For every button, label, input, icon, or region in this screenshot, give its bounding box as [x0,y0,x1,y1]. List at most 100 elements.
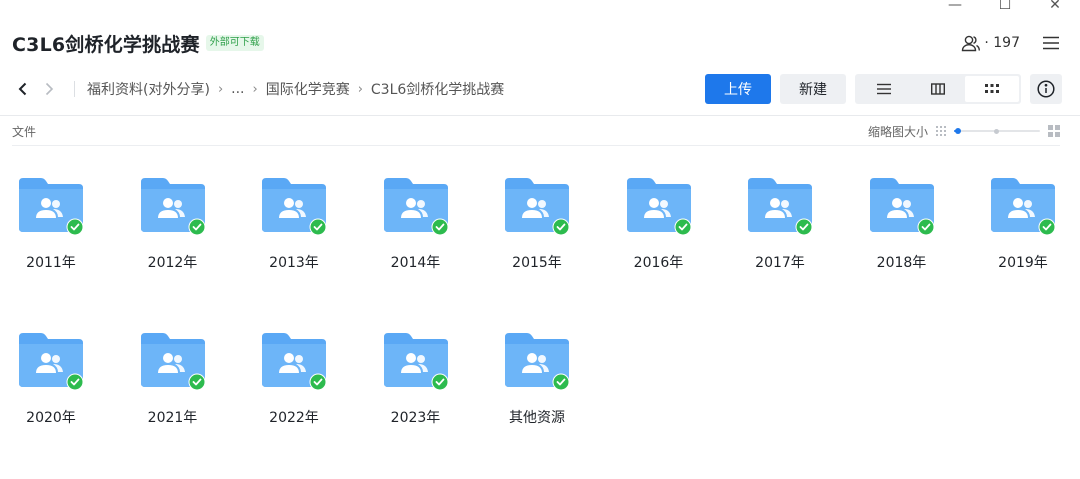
shared-folder-icon [262,333,326,391]
check-badge-icon [189,374,204,390]
shared-folder-icon [505,333,569,391]
folder-item[interactable]: 2022年 [244,331,344,451]
check-badge-icon [796,219,812,235]
check-badge-icon [189,219,204,235]
page-title: C3L6剑桥化学挑战赛 [12,33,200,56]
folder-item[interactable]: 2015年 [487,176,587,296]
grid-view-icon [985,84,999,93]
small-grid-icon [936,126,946,136]
chevron-right-icon: › [217,81,224,97]
hamburger-icon [1043,36,1059,50]
folder-name: 2014年 [390,255,441,271]
check-badge-icon [675,219,690,235]
shared-folder-icon [262,178,326,236]
check-badge-icon [553,219,569,235]
shared-folder-icon [383,178,448,236]
breadcrumb-item[interactable]: 国际化学竞赛 [266,79,350,99]
breadcrumb-ellipsis[interactable]: ... [231,81,244,97]
folder-name: 2020年 [26,410,76,426]
folder-item[interactable]: 2019年 [973,176,1073,296]
folder-name: 其他资源 [509,410,565,426]
folder-item[interactable]: 2018年 [852,176,952,296]
files-label: 文件 [12,124,37,139]
folder-name: 2017年 [755,255,805,271]
folder-name: 2013年 [269,255,319,271]
window-controls: — ☐ ✕ [930,0,1080,14]
check-badge-icon [553,374,569,390]
grid-view-button[interactable] [965,76,1019,102]
shared-folder-icon [505,178,569,236]
chevron-right-icon: › [252,81,258,97]
check-badge-icon [432,219,447,235]
new-button[interactable]: 新建 [780,74,846,104]
folder-name: 2011年 [26,255,76,271]
column-view-icon [931,83,945,95]
folder-item[interactable]: 2021年 [123,331,223,451]
folder-item[interactable]: 2012年 [123,176,223,296]
shared-folder-icon [140,333,205,391]
member-count: · 197 [984,35,1020,51]
header: C3L6剑桥化学挑战赛 外部可下载 · 197 [12,30,1060,56]
folder-item[interactable]: 2020年 [1,331,101,451]
check-badge-icon [67,219,83,235]
shared-folder-icon [140,178,205,236]
chevron-right-icon: › [357,81,363,97]
large-grid-icon [1048,125,1060,137]
back-button[interactable] [12,78,34,100]
thumbnail-size-slider[interactable] [954,125,1040,137]
list-view-button[interactable] [857,76,911,102]
maximize-button[interactable]: ☐ [980,0,1030,14]
folder-item[interactable]: 2017年 [730,176,830,296]
check-badge-icon [310,219,326,235]
thumbnail-size-label: 缩略图大小 [867,124,928,139]
check-badge-icon [918,219,933,235]
divider [0,115,1080,116]
check-badge-icon [432,374,447,390]
shared-folder-icon [626,178,691,236]
breadcrumb: 福利资料(对外分享) › ... › 国际化学竞赛 › C3L6剑桥化学挑战赛 [87,79,504,99]
thumbnail-size-control: 缩略图大小 [868,123,1060,140]
external-download-badge: 外部可下载 [205,35,264,51]
chevron-right-icon [45,82,54,96]
shared-folder-icon [991,178,1055,236]
folder-name: 2016年 [633,255,684,271]
info-icon [1037,80,1055,98]
folder-name: 2022年 [269,410,319,426]
upload-button[interactable]: 上传 [705,74,771,104]
shared-folder-icon [19,333,83,391]
divider [12,145,1060,146]
members-button[interactable]: · 197 [961,34,1020,52]
breadcrumb-current: C3L6剑桥化学挑战赛 [370,82,505,98]
check-badge-icon [310,374,326,390]
folder-item[interactable]: 其他资源 [487,331,587,451]
shared-folder-icon [19,178,83,236]
shared-folder-icon [383,333,448,391]
folder-name: 2019年 [998,255,1048,271]
folder-item[interactable]: 2013年 [244,176,344,296]
check-badge-icon [1039,219,1055,235]
close-button[interactable]: ✕ [1030,0,1080,14]
toolbar: 福利资料(对外分享) › ... › 国际化学竞赛 › C3L6剑桥化学挑战赛 … [12,74,1062,104]
folder-item[interactable]: 2014年 [366,176,466,296]
chevron-left-icon [18,82,27,96]
slider-handle[interactable] [955,128,961,134]
folder-name: 2015年 [512,255,562,271]
minimize-button[interactable]: — [930,0,980,14]
forward-button[interactable] [38,78,60,100]
folder-item[interactable]: 2011年 [1,176,101,296]
members-icon [962,35,981,52]
folder-item[interactable]: 2023年 [366,331,466,451]
nav-divider [74,81,75,97]
info-button[interactable] [1030,74,1062,104]
folder-item[interactable]: 2016年 [609,176,709,296]
slider-tick [994,129,999,134]
folder-name: 2018年 [876,255,927,271]
check-badge-icon [67,374,83,390]
column-view-button[interactable] [911,76,965,102]
menu-button[interactable] [1042,36,1060,50]
folder-name: 2023年 [390,410,441,426]
folder-name: 2012年 [147,255,198,271]
folder-name: 2021年 [147,410,198,426]
breadcrumb-item[interactable]: 福利资料(对外分享) [87,79,210,99]
subbar: 文件 缩略图大小 [12,120,1060,142]
